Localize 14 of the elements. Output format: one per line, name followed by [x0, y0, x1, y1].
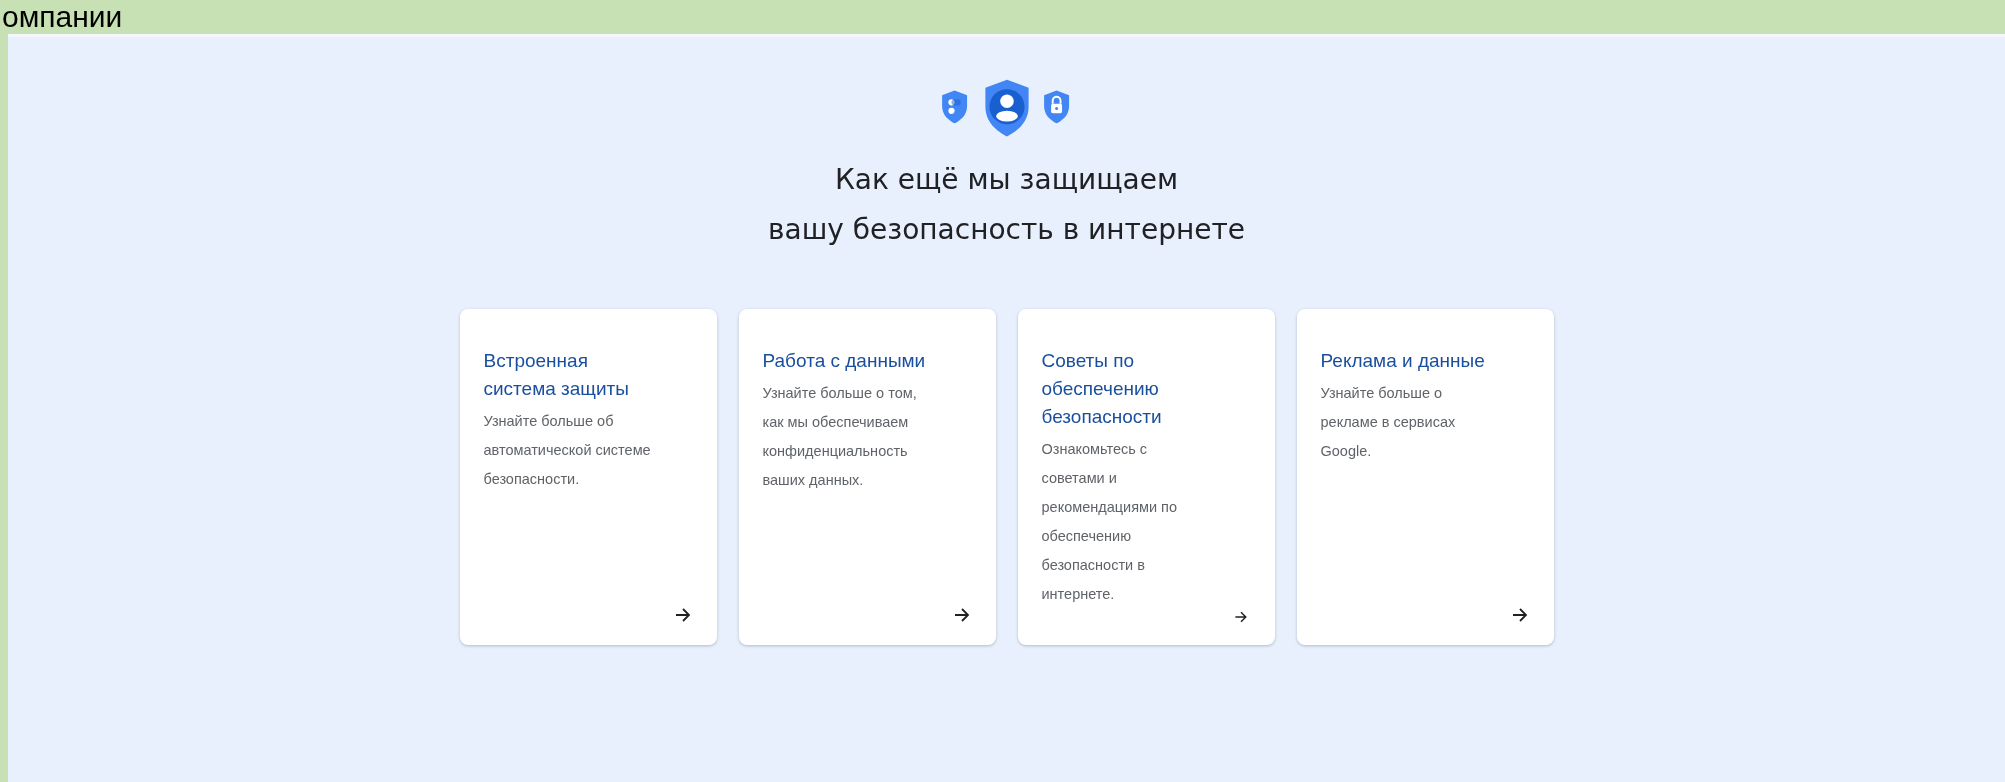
page-heading: омпании [1, 0, 124, 34]
card-text: Узнайте больше о рекламе в сервисах Google. [1320, 384, 1457, 461]
card-text: Узнайте больше о том, как мы обеспечиваем конфиденциальность ваших данных. [762, 384, 918, 490]
card-text: Узнайте больше об автоматической системе безопасности. [483, 412, 652, 489]
info-card[interactable]: Встроенная система защиты Узнайте больше об автоматической системе безопасности. [459, 309, 717, 645]
info-card[interactable]: Советы по обеспечению безопасности Ознакомьтесь с советами и рекомендациями по обеспечению безопасности в интернете. [1017, 309, 1275, 645]
card-title: Советы по обеспечению безопасности [1041, 349, 1163, 429]
card-text: Ознакомьтесь с советами и рекомендациями по обеспечению безопасности в интернете. [1041, 440, 1179, 604]
card-title: Встроенная система защиты [483, 349, 630, 401]
info-card[interactable]: Реклама и данные Узнайте больше о рекламе в сервисах Google. [1296, 309, 1554, 645]
section-title: Как ещё мы защищаем вашу безопасность в интернете [768, 162, 1245, 248]
card-title: Реклама и данные [1320, 349, 1486, 373]
info-card[interactable]: Работа с данными Узнайте больше о том, как мы обеспечиваем конфиденциальность ваших данных. [738, 309, 996, 645]
card-title: Работа с данными [762, 349, 927, 373]
